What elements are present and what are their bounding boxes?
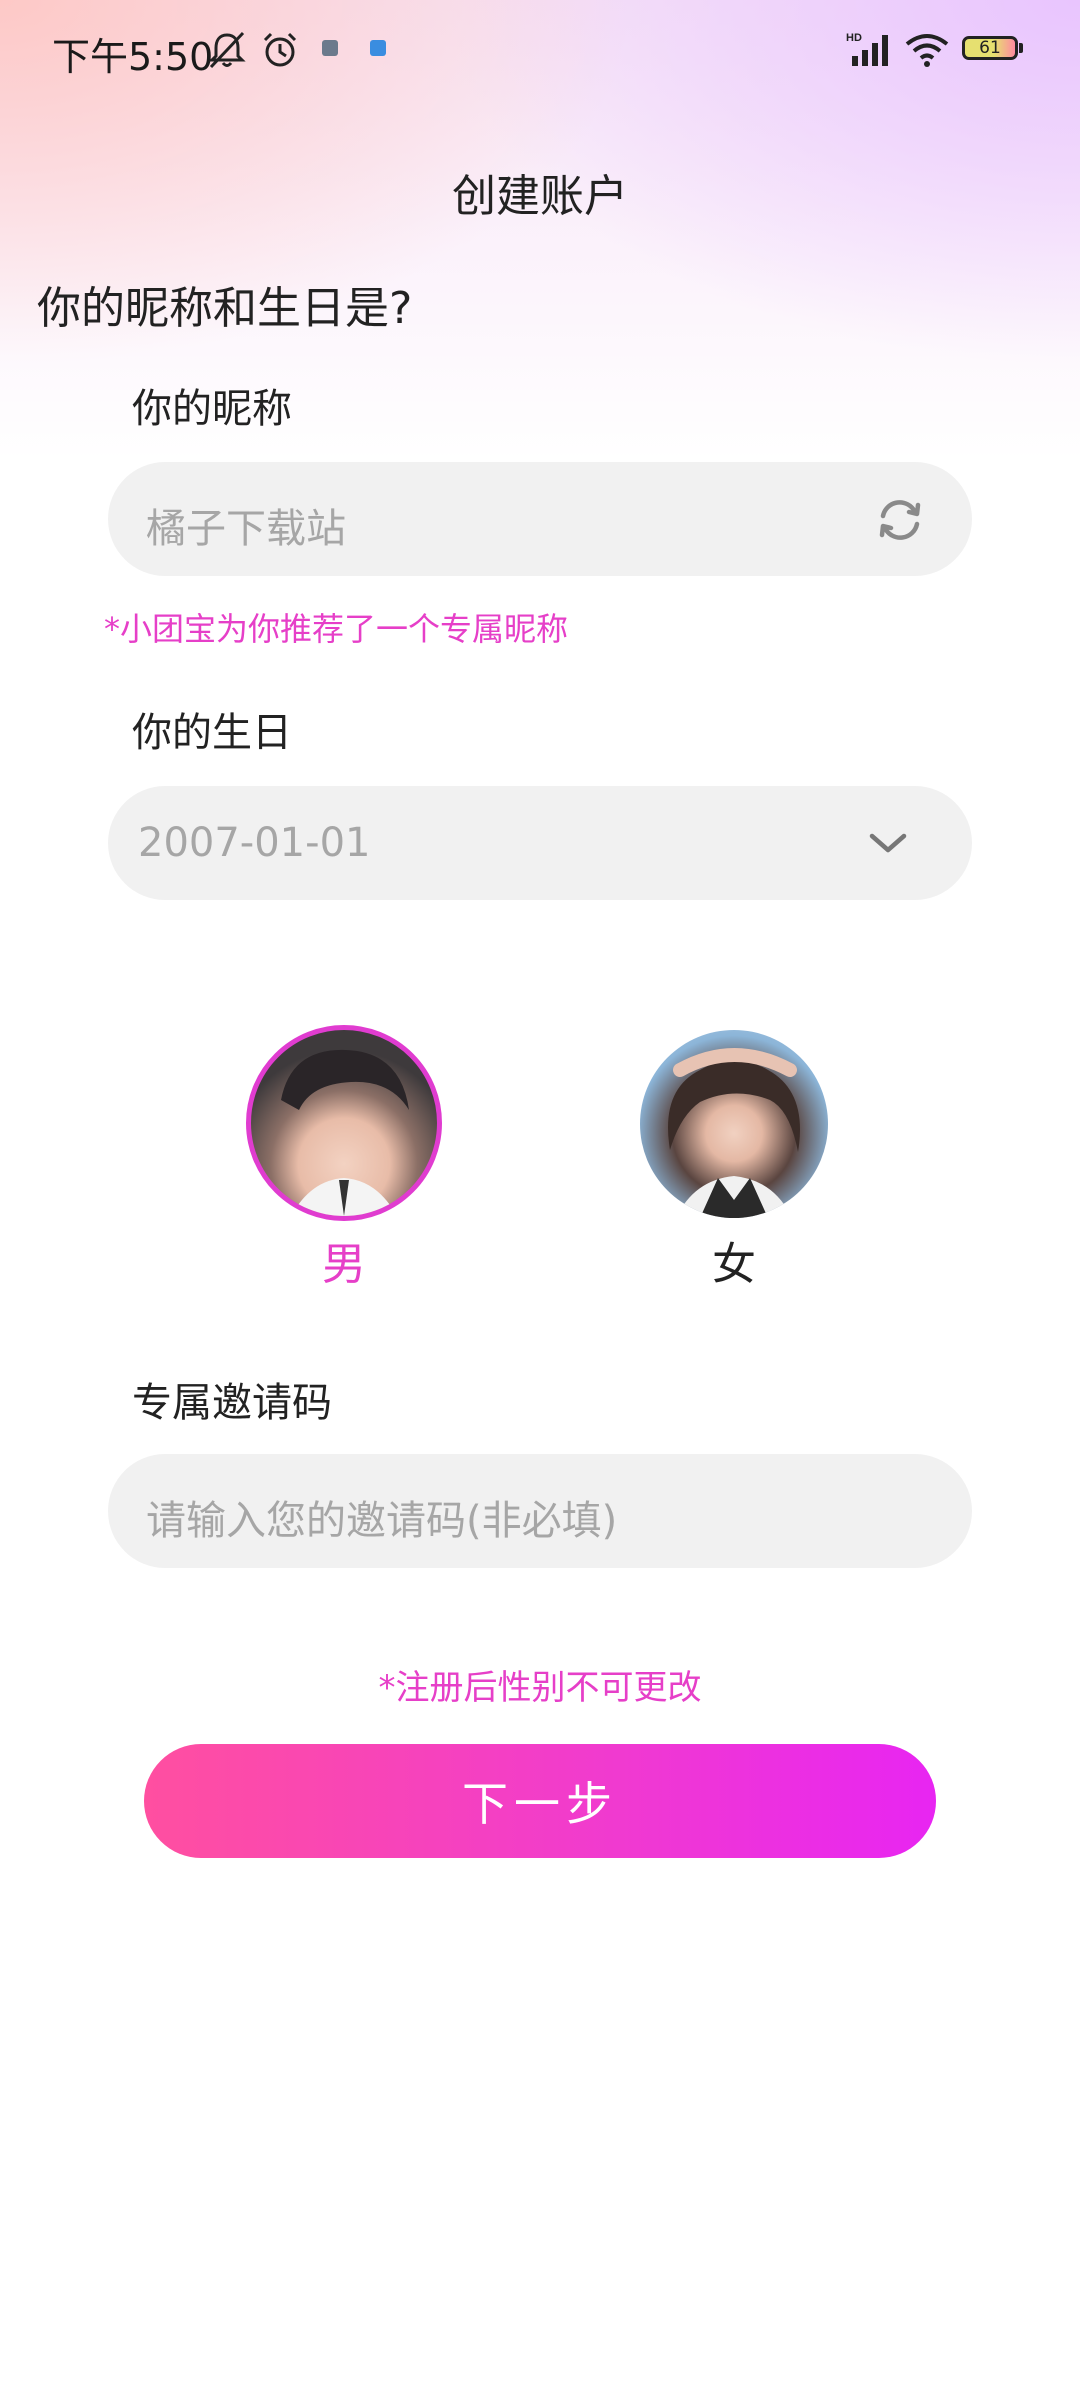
- birthday-select[interactable]: 2007-01-01: [108, 786, 972, 900]
- nickname-value: 橘子下载站: [146, 506, 346, 552]
- invite-field[interactable]: 请输入您的邀请码(非必填): [108, 1454, 972, 1568]
- hd-signal-icon: HD: [846, 32, 888, 66]
- invite-label: 专属邀请码: [132, 1380, 332, 1426]
- nickname-label: 你的昵称: [132, 386, 292, 432]
- female-avatar[interactable]: [640, 1030, 828, 1218]
- mute-icon: [208, 31, 246, 69]
- next-button[interactable]: 下一步: [144, 1744, 936, 1858]
- nickname-hint: *小团宝为你推荐了一个专属昵称: [104, 610, 569, 648]
- battery-cap: [1019, 43, 1023, 53]
- gender-male-label[interactable]: 男: [249, 1228, 439, 1292]
- wifi-icon: [905, 34, 949, 67]
- refresh-icon[interactable]: [874, 494, 926, 546]
- male-avatar[interactable]: [246, 1025, 442, 1221]
- alarm-icon: [263, 32, 297, 67]
- svg-text:HD: HD: [846, 32, 862, 44]
- nickname-field[interactable]: 橘子下载站: [108, 462, 972, 576]
- app-notification-icon: [322, 40, 338, 56]
- form-question: 你的昵称和生日是?: [37, 283, 413, 334]
- chevron-down-icon: [869, 833, 907, 853]
- female-portrait-icon: [668, 1048, 800, 1218]
- male-portrait-icon: [281, 1049, 409, 1216]
- birthday-value: 2007-01-01: [138, 820, 371, 866]
- invite-placeholder: 请输入您的邀请码(非必填): [146, 1498, 618, 1544]
- gender-female-label[interactable]: 女: [639, 1228, 829, 1292]
- app-notification-icon: [370, 40, 386, 56]
- battery-icon: 61: [962, 36, 1018, 60]
- status-time: 下午5:50: [52, 35, 214, 79]
- birthday-label: 你的生日: [132, 710, 292, 756]
- page-title: 创建账户: [452, 171, 628, 222]
- gender-notice: *注册后性别不可更改: [378, 1668, 702, 1708]
